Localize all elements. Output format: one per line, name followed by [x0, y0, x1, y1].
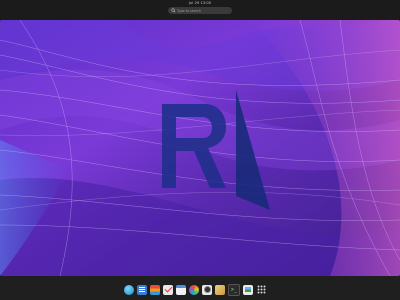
- web-browser-icon[interactable]: [124, 284, 134, 295]
- search-icon: [171, 8, 176, 13]
- camera-app-icon[interactable]: [202, 284, 212, 295]
- layers-app-icon[interactable]: [150, 284, 160, 295]
- terminal-app-icon[interactable]: >_: [228, 283, 240, 296]
- color-palette-icon[interactable]: [189, 284, 199, 295]
- tasks-app-icon[interactable]: [163, 284, 173, 295]
- top-bar: Jul 29 13:00 Type to search: [0, 0, 400, 20]
- desktop-wallpaper: [0, 20, 400, 276]
- search-field[interactable]: Type to search: [168, 7, 232, 14]
- app-grid-icon[interactable]: [256, 285, 266, 295]
- grid-icon: [257, 285, 265, 294]
- package-app-icon[interactable]: [215, 284, 225, 295]
- text-editor-icon[interactable]: [137, 284, 147, 295]
- dock: >_: [0, 276, 400, 300]
- search-placeholder: Type to search: [177, 8, 201, 13]
- photo-viewer-icon[interactable]: [243, 284, 253, 295]
- clock[interactable]: Jul 29 13:00: [0, 1, 400, 5]
- calendar-app-icon[interactable]: [176, 284, 186, 295]
